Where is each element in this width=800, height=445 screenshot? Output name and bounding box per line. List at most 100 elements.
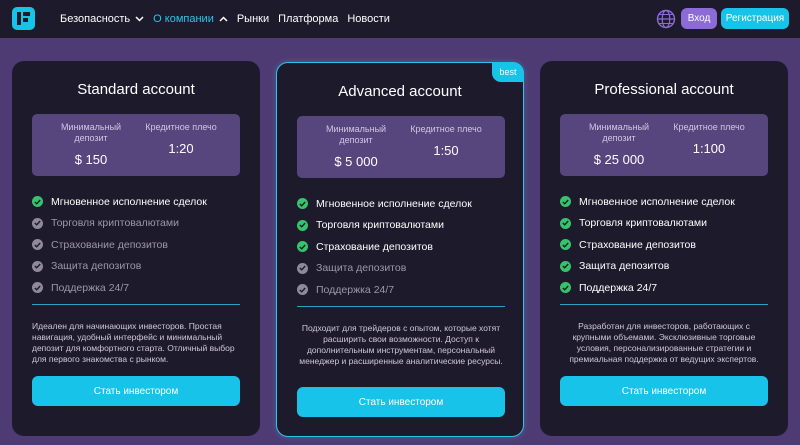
become-investor-button[interactable]: Стать инвестором: [560, 376, 768, 406]
best-badge: best: [492, 62, 524, 82]
divider: [297, 306, 505, 307]
feature-item: Страхование депозитов: [297, 236, 507, 258]
leverage-label: Кредитное плечо: [673, 122, 745, 132]
feature-item: Торговля криптовалютами: [32, 213, 242, 235]
check-circle-icon: [560, 282, 571, 294]
leverage-label: Кредитное плечо: [410, 124, 482, 134]
nav-item-about[interactable]: О компании: [153, 13, 228, 25]
check-circle-icon: [297, 219, 308, 231]
min-deposit-value: $ 5 000: [334, 154, 378, 169]
check-circle-icon: [560, 239, 571, 251]
leverage-value: 1:100: [692, 141, 726, 156]
check-circle-icon: [560, 217, 571, 229]
min-deposit: Минимальный депозит $ 5 000: [311, 124, 401, 169]
check-circle-icon: [32, 282, 43, 294]
main-nav: Безопасность О компании Рынки Платформа …: [60, 0, 399, 38]
register-button[interactable]: Регистрация: [721, 8, 789, 29]
plan-card-professional: Professional account Минимальный депозит…: [540, 61, 788, 436]
feature-item: Поддержка 24/7: [32, 277, 242, 299]
min-deposit-label: Минимальный депозит: [588, 122, 650, 143]
leverage: Кредитное плечо 1:20: [136, 122, 226, 156]
become-investor-button[interactable]: Стать инвестором: [32, 376, 240, 406]
check-circle-icon: [560, 260, 571, 272]
check-circle-icon: [297, 284, 308, 296]
check-circle-icon: [32, 217, 43, 229]
leverage: Кредитное плечо 1:50: [401, 124, 491, 158]
feature-item: Поддержка 24/7: [297, 279, 507, 301]
feature-item: Торговля криптовалютами: [297, 215, 507, 237]
feature-item: Торговля криптовалютами: [560, 213, 770, 235]
feature-label: Поддержка 24/7: [579, 281, 658, 294]
plan-card-advanced: best Advanced account Минимальный депози…: [276, 62, 524, 437]
feature-item: Мгновенное исполнение сделок: [560, 191, 770, 213]
feature-item: Мгновенное исполнение сделок: [297, 193, 507, 215]
feature-label: Мгновенное исполнение сделок: [316, 197, 472, 210]
feature-item: Страхование депозитов: [32, 234, 242, 256]
become-investor-button[interactable]: Стать инвестором: [297, 387, 505, 417]
plan-title: Professional account: [594, 81, 734, 98]
divider: [32, 304, 240, 305]
plan-card-standard: Standard account Минимальный депозит $ 1…: [12, 61, 260, 436]
min-deposit-label: Минимальный депозит: [325, 124, 387, 145]
top-navbar: Безопасность О компании Рынки Платформа …: [0, 0, 800, 38]
divider: [560, 304, 768, 305]
feature-label: Торговля криптовалютами: [51, 217, 179, 230]
check-circle-icon: [297, 241, 308, 253]
nav-item-label: Рынки: [236, 13, 270, 25]
feature-list: Мгновенное исполнение сделок Торговля кр…: [560, 191, 770, 299]
feature-item: Защита депозитов: [297, 258, 507, 280]
min-deposit: Минимальный депозит $ 150: [46, 122, 136, 167]
nav-item-markets[interactable]: Рынки: [237, 13, 269, 25]
check-circle-icon: [297, 262, 308, 274]
check-circle-icon: [560, 196, 571, 208]
leverage-value: 1:50: [433, 143, 459, 158]
min-deposit: Минимальный депозит $ 25 000: [574, 122, 664, 167]
feature-item: Мгновенное исполнение сделок: [32, 191, 242, 213]
leverage-value: 1:20: [168, 141, 194, 156]
feature-label: Поддержка 24/7: [316, 283, 395, 296]
check-circle-icon: [32, 260, 43, 272]
nav-item-label: О компании: [153, 13, 214, 25]
feature-item: Страхование депозитов: [560, 234, 770, 256]
plan-stats: Минимальный депозит $ 150 Кредитное плеч…: [32, 114, 240, 176]
check-circle-icon: [32, 196, 43, 208]
check-circle-icon: [32, 239, 43, 251]
min-deposit-value: $ 25 000: [593, 152, 645, 167]
nav-item-platform[interactable]: Платформа: [278, 13, 338, 25]
feature-item: Защита депозитов: [560, 256, 770, 278]
feature-list: Мгновенное исполнение сделок Торговля кр…: [32, 191, 242, 299]
feature-label: Поддержка 24/7: [51, 281, 130, 294]
nav-item-label: Безопасность: [60, 13, 131, 25]
login-button[interactable]: Вход: [681, 8, 717, 29]
nav-item-security[interactable]: Безопасность: [60, 13, 144, 25]
plan-title: Standard account: [77, 81, 195, 98]
nav-item-label: Платформа: [278, 13, 339, 25]
min-deposit-label: Минимальный депозит: [60, 122, 122, 143]
feature-item: Поддержка 24/7: [560, 277, 770, 299]
feature-label: Защита депозитов: [51, 260, 142, 273]
plan-title: Advanced account: [338, 83, 462, 100]
leverage: Кредитное плечо 1:100: [664, 122, 754, 156]
plan-description: Подходит для трейдеров с опытом, которые…: [299, 323, 503, 366]
plan-stats: Минимальный депозит $ 5 000 Кредитное пл…: [297, 116, 505, 178]
feature-label: Страхование депозитов: [579, 238, 696, 251]
chevron-up-icon: [219, 16, 228, 22]
leverage-label: Кредитное плечо: [145, 122, 217, 132]
feature-label: Защита депозитов: [316, 262, 407, 275]
nav-item-news[interactable]: Новости: [347, 13, 390, 25]
feature-label: Защита депозитов: [579, 260, 670, 273]
feature-label: Страхование депозитов: [51, 238, 168, 251]
check-circle-icon: [297, 198, 308, 210]
feature-label: Мгновенное исполнение сделок: [579, 195, 735, 208]
globe-icon[interactable]: [656, 9, 676, 29]
feature-label: Мгновенное исполнение сделок: [51, 195, 207, 208]
nav-item-label: Новости: [347, 13, 390, 25]
feature-list: Мгновенное исполнение сделок Торговля кр…: [297, 193, 507, 301]
logo-icon[interactable]: [12, 7, 35, 30]
plan-description: Разработан для инвесторов, работающих с …: [569, 321, 759, 364]
feature-item: Защита депозитов: [32, 256, 242, 278]
chevron-down-icon: [135, 16, 144, 22]
feature-label: Торговля криптовалютами: [316, 219, 444, 232]
plan-description: Идеален для начинающих инвесторов. Прост…: [32, 321, 235, 364]
feature-label: Страхование депозитов: [316, 240, 433, 253]
